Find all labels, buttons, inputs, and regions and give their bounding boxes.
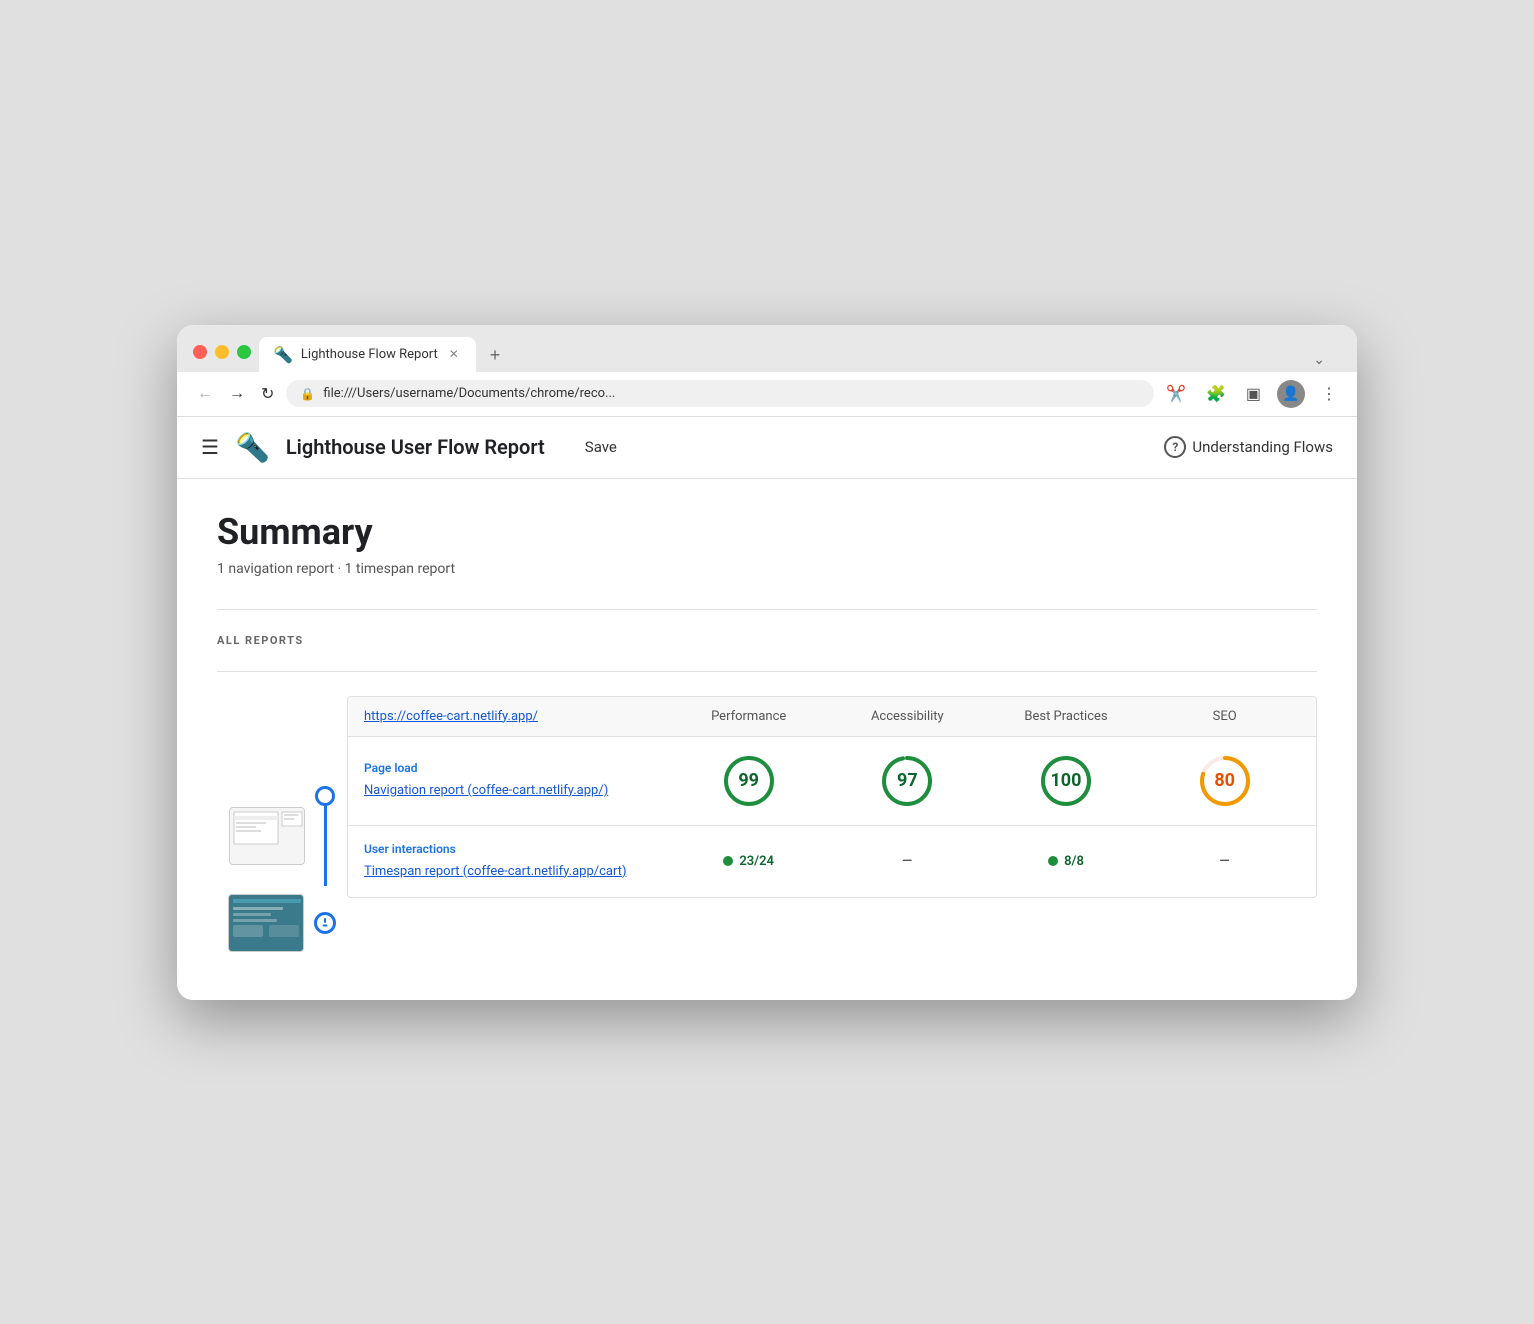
- understanding-flows-label: Understanding Flows: [1192, 438, 1333, 456]
- minimize-button[interactable]: [215, 345, 229, 359]
- main-content: Summary 1 navigation report · 1 timespan…: [177, 479, 1357, 1000]
- accessibility-score-value: 97: [897, 770, 918, 791]
- tab-favicon-icon: 🔦: [273, 345, 293, 364]
- lock-icon: 🔒: [300, 387, 315, 401]
- accessibility-dash: –: [901, 851, 913, 872]
- best-practices-score-cell: 100: [991, 753, 1142, 809]
- best-practices-score-value: 100: [1050, 770, 1081, 791]
- more-options-icon[interactable]: ⋮: [1317, 380, 1341, 407]
- best-practices-fraction: 8/8: [1048, 854, 1084, 869]
- performance-fraction: 23/24: [723, 854, 774, 869]
- avatar-img: 👤: [1282, 386, 1299, 402]
- performance-score-value: 99: [738, 770, 759, 791]
- tab-close-button[interactable]: ✕: [446, 346, 462, 362]
- lighthouse-logo-icon: 🔦: [235, 431, 270, 464]
- fraction-dot-green-2: [1048, 856, 1058, 866]
- tab-bar: 🔦 Lighthouse Flow Report ✕ + ⌄: [251, 337, 1341, 372]
- left-column: [217, 696, 347, 952]
- url-header[interactable]: https://coffee-cart.netlify.app/: [364, 709, 665, 724]
- report-link[interactable]: Navigation report (coffee-cart.netlify.a…: [364, 783, 608, 798]
- table-row: Page load Navigation report (coffee-cart…: [348, 737, 1316, 826]
- accessibility-score-cell: 97: [832, 753, 983, 809]
- performance-fraction-cell: 23/24: [673, 854, 824, 869]
- timeline-clock-icon: [314, 912, 336, 934]
- table-header: https://coffee-cart.netlify.app/ Perform…: [348, 697, 1316, 737]
- accessibility-header: Accessibility: [832, 709, 983, 724]
- all-reports-label: ALL REPORTS: [217, 634, 1317, 647]
- timespan-thumbnail: [228, 894, 304, 952]
- table-area: https://coffee-cart.netlify.app/ Perform…: [347, 696, 1317, 898]
- report-link-2[interactable]: Timespan report (coffee-cart.netlify.app…: [364, 864, 626, 879]
- app-content: ☰ 🔦 Lighthouse User Flow Report Save ? U…: [177, 417, 1357, 1000]
- report-type-label-2: User interactions: [364, 842, 665, 856]
- tab-overflow-button[interactable]: ⌄: [1305, 348, 1333, 372]
- app-title: Lighthouse User Flow Report: [286, 435, 545, 459]
- address-bar-row: ← → ↻ 🔒 file:///Users/username/Documents…: [177, 372, 1357, 417]
- best-practices-fraction-cell: 8/8: [991, 854, 1142, 869]
- browser-chrome: 🔦 Lighthouse Flow Report ✕ + ⌄: [177, 325, 1357, 372]
- performance-score-cell: 99: [673, 753, 824, 809]
- url-text: file:///Users/username/Documents/chrome/…: [323, 386, 615, 401]
- best-practices-fraction-value: 8/8: [1064, 854, 1084, 869]
- save-button[interactable]: Save: [577, 434, 625, 460]
- accessibility-dash-cell: –: [832, 851, 983, 872]
- separator-1: [217, 609, 1317, 610]
- extensions-icon[interactable]: 🧩: [1202, 380, 1230, 407]
- browser-window: 🔦 Lighthouse Flow Report ✕ + ⌄ ← → ↻ 🔒 f…: [177, 325, 1357, 1000]
- performance-fraction-value: 23/24: [739, 854, 774, 869]
- address-bar[interactable]: 🔒 file:///Users/username/Documents/chrom…: [286, 380, 1154, 407]
- browser-actions: ✂️ 🧩 ▣ 👤 ⋮: [1162, 380, 1341, 408]
- accessibility-score-circle: 97: [879, 753, 935, 809]
- tab-title: Lighthouse Flow Report: [301, 347, 438, 362]
- close-button[interactable]: [193, 345, 207, 359]
- url-header-link[interactable]: https://coffee-cart.netlify.app/: [364, 709, 538, 724]
- help-circle-icon: ?: [1164, 436, 1186, 458]
- seo-dash-cell: –: [1149, 851, 1300, 872]
- understanding-flows-button[interactable]: ? Understanding Flows: [1164, 436, 1333, 458]
- timeline-dot: [315, 786, 335, 806]
- app-header: ☰ 🔦 Lighthouse User Flow Report Save ? U…: [177, 417, 1357, 479]
- summary-subtitle: 1 navigation report · 1 timespan report: [217, 561, 1317, 577]
- performance-score-circle: 99: [721, 753, 777, 809]
- timeline-line: [324, 806, 327, 886]
- scissors-icon[interactable]: ✂️: [1162, 380, 1190, 407]
- timeline-item-1: [315, 786, 335, 886]
- seo-score-value: 80: [1214, 770, 1235, 791]
- new-tab-button[interactable]: +: [480, 339, 511, 372]
- split-screen-icon[interactable]: ▣: [1242, 380, 1265, 407]
- seo-score-circle: 80: [1197, 753, 1253, 809]
- fraction-dot-green: [723, 856, 733, 866]
- menu-icon[interactable]: ☰: [201, 435, 219, 459]
- reports-layout: https://coffee-cart.netlify.app/ Perform…: [217, 696, 1317, 952]
- traffic-lights: [193, 337, 251, 371]
- seo-score-cell: 80: [1149, 753, 1300, 809]
- forward-button[interactable]: →: [225, 381, 249, 407]
- report-type-label: Page load: [364, 761, 665, 775]
- reload-button[interactable]: ↻: [257, 380, 278, 408]
- report-info-cell-2: User interactions Timespan report (coffe…: [364, 842, 665, 881]
- best-practices-score-circle: 100: [1038, 753, 1094, 809]
- maximize-button[interactable]: [237, 345, 251, 359]
- summary-title: Summary: [217, 511, 1317, 553]
- back-button[interactable]: ←: [193, 381, 217, 407]
- seo-dash: –: [1219, 851, 1231, 872]
- report-info-cell: Page load Navigation report (coffee-cart…: [364, 761, 665, 800]
- nav-thumbnail: [229, 807, 305, 865]
- performance-header: Performance: [673, 709, 824, 724]
- avatar[interactable]: 👤: [1277, 380, 1305, 408]
- separator-2: [217, 671, 1317, 672]
- table-row: User interactions Timespan report (coffe…: [348, 826, 1316, 897]
- active-tab[interactable]: 🔦 Lighthouse Flow Report ✕: [259, 337, 476, 372]
- seo-header: SEO: [1149, 709, 1300, 724]
- best-practices-header: Best Practices: [991, 709, 1142, 724]
